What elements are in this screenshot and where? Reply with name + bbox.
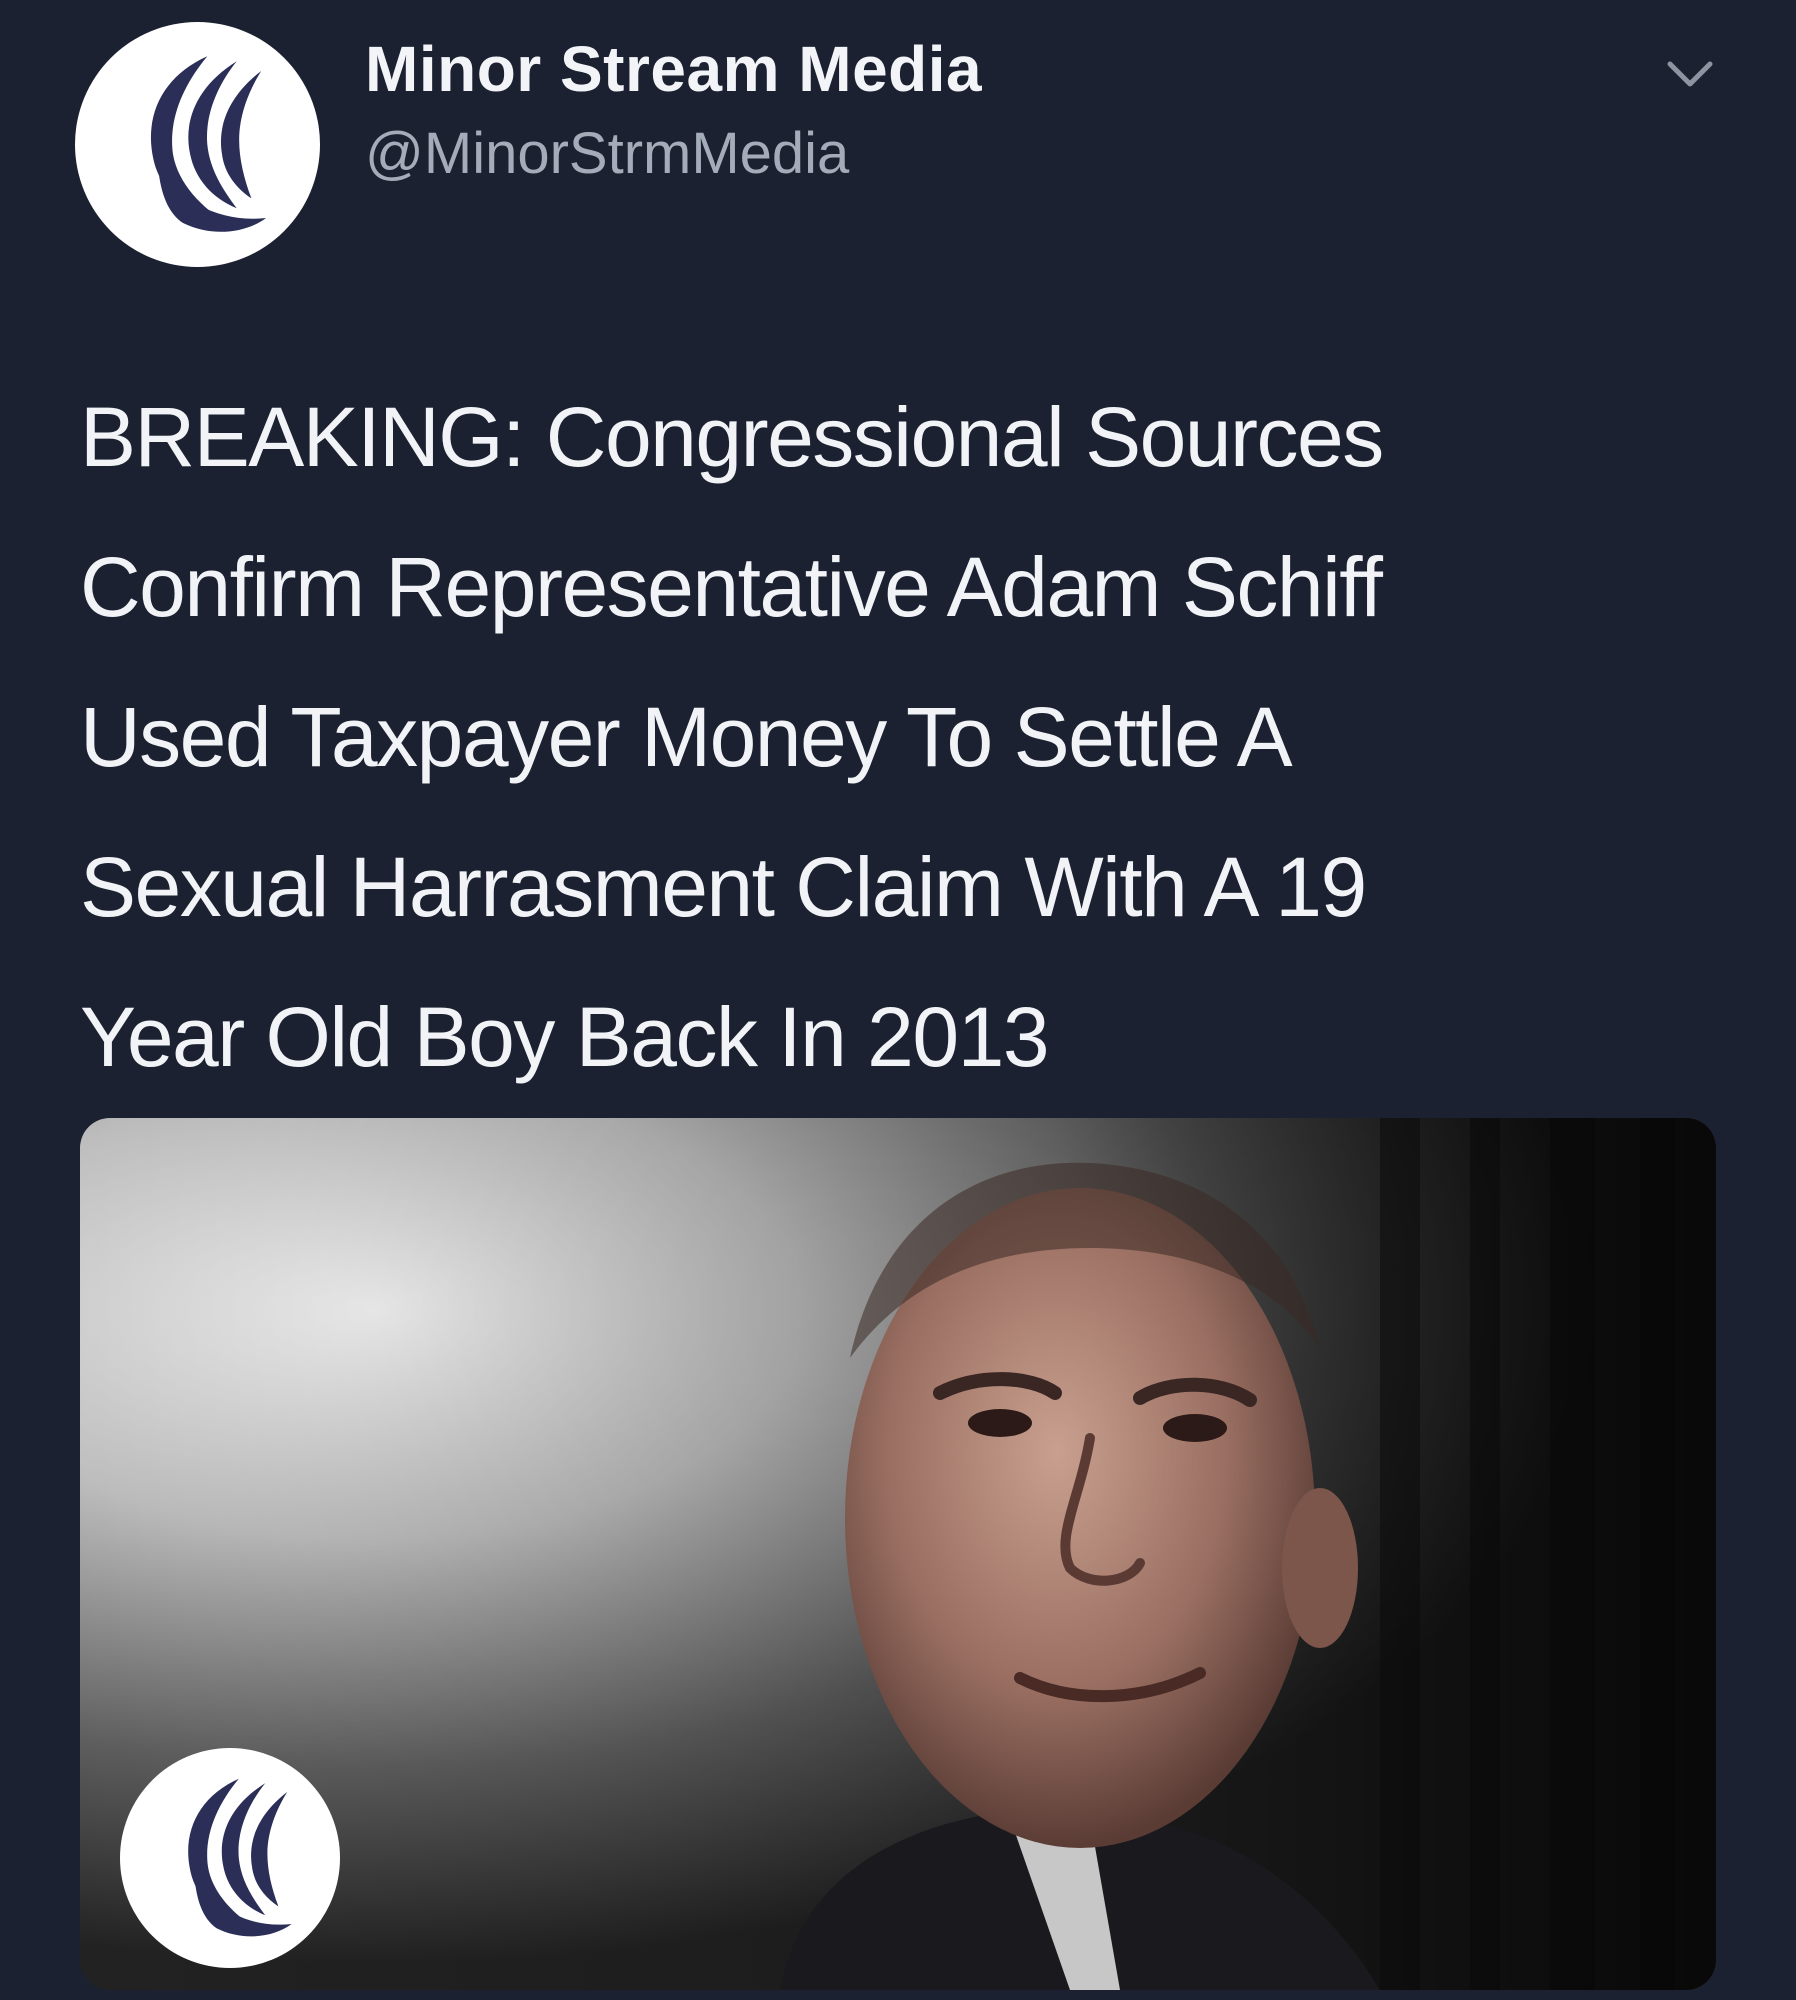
swoosh-logo-icon [188, 1778, 292, 1937]
tweet-text-line: Used Taxpayer Money To Settle A [80, 690, 1293, 784]
tweet-text-line: BREAKING: Congressional Sources [80, 390, 1384, 484]
account-display-name[interactable]: Minor Stream Media [365, 32, 982, 106]
tweet-media-image[interactable] [80, 1118, 1716, 1990]
chevron-down-icon [1667, 61, 1713, 87]
tweet-text: BREAKING: Congressional Sources Confirm … [80, 362, 1740, 1112]
tweet-card: Minor Stream Media @MinorStrmMedia BREAK… [0, 0, 1796, 2000]
tweet-text-line: Sexual Harrasment Claim With A 19 [80, 840, 1367, 934]
more-options-button[interactable] [1660, 50, 1720, 100]
tweet-text-line: Confirm Representative Adam Schiff [80, 540, 1383, 634]
profile-avatar[interactable] [75, 22, 320, 267]
swoosh-logo-icon [150, 56, 267, 232]
account-handle[interactable]: @MinorStrmMedia [365, 120, 849, 187]
tweet-text-line: Year Old Boy Back In 2013 [80, 990, 1050, 1084]
media-logo-badge [120, 1748, 340, 1968]
